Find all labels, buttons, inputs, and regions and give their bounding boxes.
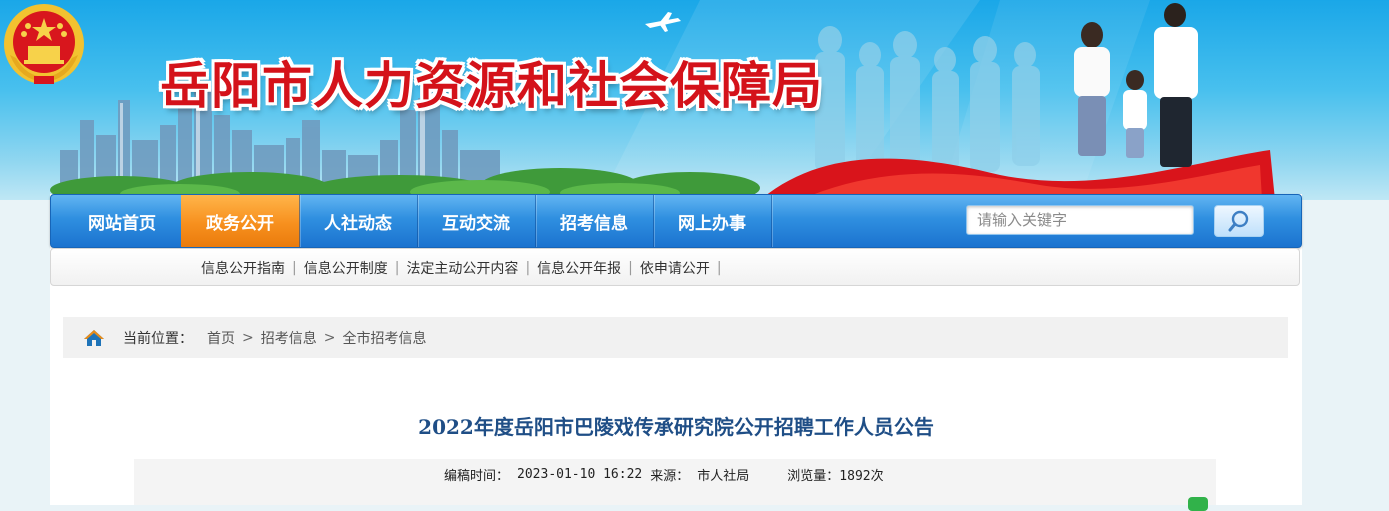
chevron-right-icon: > [323, 329, 336, 346]
nav-item-home[interactable]: 网站首页 [63, 195, 182, 247]
subnav-separator: | [716, 260, 722, 276]
sub-nav: 信息公开指南 | 信息公开制度 | 法定主动公开内容 | 信息公开年报 | 依申… [50, 248, 1300, 286]
article-meta: 编稿时间： 2023-01-10 16:22 来源： 市人社局 浏览量： 189… [444, 464, 884, 484]
site-title: 岳阳市人力资源和社会保障局 [160, 56, 823, 115]
search-button[interactable] [1214, 205, 1264, 237]
meta-time-label: 编稿时间： [444, 468, 510, 484]
subnav-separator: | [525, 260, 531, 276]
subnav-item-annual-report[interactable]: 信息公开年报 [537, 258, 621, 278]
breadcrumb-label: 当前位置： [123, 330, 193, 347]
magnifier-icon [1228, 210, 1249, 232]
subnav-item-request-disclosure[interactable]: 依申请公开 [640, 258, 710, 278]
header-banner: 岳阳市人力资源和社会保障局 [0, 0, 1389, 200]
article-title: 2022年度岳阳市巴陵戏传承研究院公开招聘工作人员公告 [418, 415, 934, 439]
nav-item-interaction[interactable]: 互动交流 [417, 195, 536, 247]
sub-nav-list: 信息公开指南 | 信息公开制度 | 法定主动公开内容 | 信息公开年报 | 依申… [201, 249, 729, 287]
search-input[interactable] [966, 205, 1194, 235]
breadcrumb-link-exam-info[interactable]: 招考信息 [261, 328, 317, 348]
subnav-separator: | [292, 260, 297, 276]
nav-item-exam-info[interactable]: 招考信息 [535, 195, 654, 247]
subnav-item-system[interactable]: 信息公开制度 [304, 258, 388, 278]
nav-item-government-affairs[interactable]: 政务公开 [181, 195, 300, 247]
wechat-share-icon[interactable] [1188, 497, 1208, 511]
article-meta-bar: 编稿时间： 2023-01-10 16:22 来源： 市人社局 浏览量： 189… [134, 459, 1216, 505]
breadcrumb-link-home[interactable]: 首页 [207, 328, 235, 348]
meta-views-value: 1892次 [839, 468, 884, 484]
breadcrumb-link-city-exam-info[interactable]: 全市招考信息 [342, 328, 426, 348]
main-nav: 网站首页 政务公开 人社动态 互动交流 招考信息 网上办事 [50, 194, 1302, 248]
nav-item-hr-news[interactable]: 人社动态 [299, 195, 418, 247]
home-icon [84, 329, 104, 346]
meta-time-value: 2023-01-10 16:22 [517, 466, 643, 482]
nav-item-online-services[interactable]: 网上办事 [653, 195, 772, 247]
subnav-separator: | [394, 260, 400, 276]
meta-source-value: 市人社局 [697, 468, 750, 484]
meta-source-label: 来源： [650, 468, 690, 484]
chevron-right-icon: > [242, 329, 254, 346]
breadcrumb: 当前位置： 首页 > 招考信息 > 全市招考信息 [63, 317, 1288, 358]
subnav-separator: | [628, 260, 633, 276]
subnav-item-guide[interactable]: 信息公开指南 [201, 258, 285, 278]
subnav-item-statutory-content[interactable]: 法定主动公开内容 [406, 258, 518, 278]
meta-views-label: 浏览量： [787, 468, 840, 484]
national-emblem-icon [4, 4, 84, 84]
